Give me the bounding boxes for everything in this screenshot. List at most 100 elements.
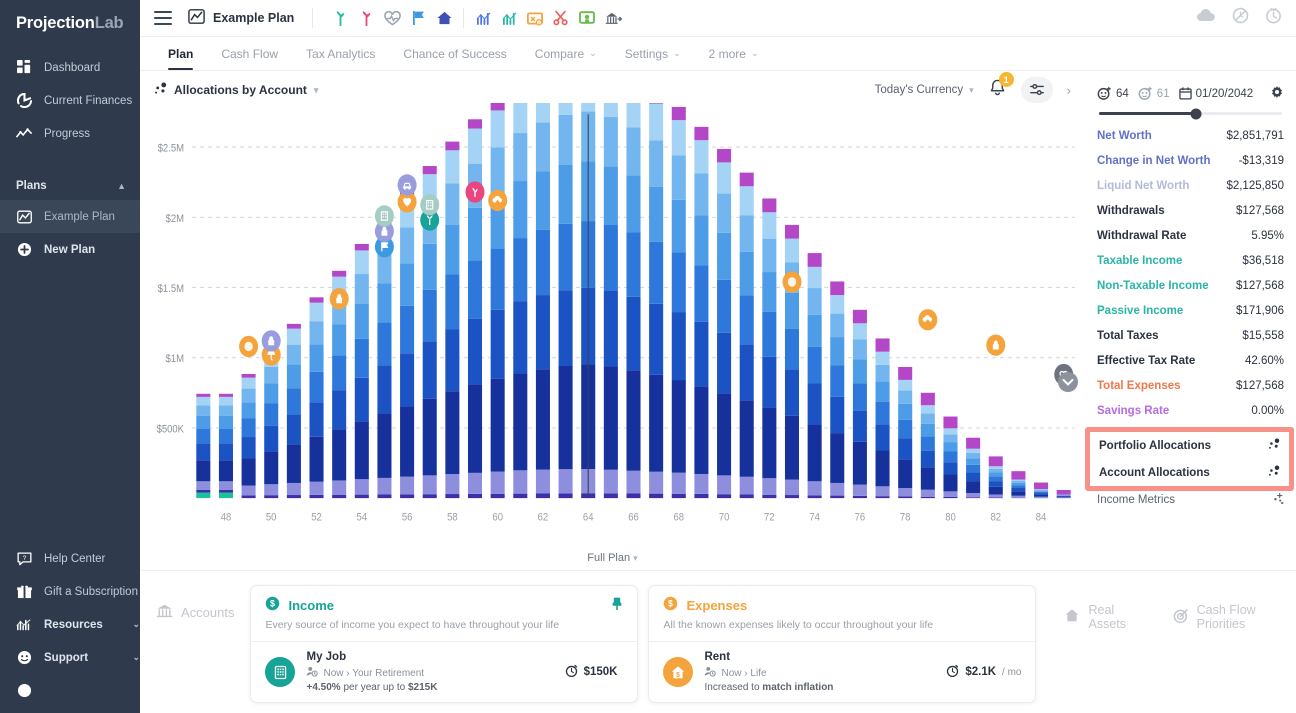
- real-assets-link[interactable]: Real Assets: [1064, 603, 1146, 631]
- help-icon: ?: [16, 551, 32, 567]
- age-primary-value: 64: [1116, 88, 1129, 100]
- income-card[interactable]: $ Income Every source of income you expe…: [250, 585, 638, 703]
- no-sync-icon[interactable]: [1232, 7, 1249, 29]
- target-icon: [1173, 608, 1189, 627]
- timeline-slider[interactable]: [1099, 112, 1282, 115]
- flag-icon[interactable]: [407, 7, 429, 29]
- income-item-period: Now › Your Retirement: [306, 666, 553, 680]
- sidebar-item-label: Support: [44, 652, 88, 664]
- metric-row[interactable]: Withdrawal Rate5.95%: [1097, 223, 1284, 248]
- bar-trend-teal-icon[interactable]: [498, 7, 520, 29]
- person-growth-icon[interactable]: [329, 7, 351, 29]
- additional-metrics: Income Metrics: [1097, 486, 1284, 513]
- timer-icon: [946, 664, 959, 680]
- tab-cash-flow[interactable]: Cash Flow: [207, 37, 292, 70]
- tab-compare[interactable]: Compare⌄: [521, 37, 611, 70]
- sidebar-item-resources[interactable]: Resources ⌄: [0, 608, 140, 641]
- income-metrics-row[interactable]: Income Metrics: [1097, 486, 1284, 513]
- bar-trend-blue-icon[interactable]: [472, 7, 494, 29]
- sidebar-item-gift-subscription[interactable]: Gift a Subscription: [0, 575, 140, 608]
- metric-row[interactable]: Taxable Income$36,518: [1097, 248, 1284, 273]
- sidebar-item-example-plan[interactable]: Example Plan: [0, 200, 140, 233]
- tab-bar: Plan Cash Flow Tax Analytics Chance of S…: [140, 37, 1296, 71]
- tab-chance-of-success[interactable]: Chance of Success: [389, 37, 520, 70]
- sidebar-item-current-finances[interactable]: Current Finances: [0, 84, 140, 117]
- accounts-link[interactable]: Accounts: [140, 585, 250, 622]
- metric-label: Withdrawal Rate: [1097, 230, 1186, 242]
- allocation-label: Account Allocations: [1099, 467, 1210, 479]
- metric-row[interactable]: Non-Taxable Income$127,568: [1097, 273, 1284, 298]
- metric-row[interactable]: Effective Tax Rate42.60%: [1097, 348, 1284, 373]
- cloud-icon[interactable]: [1196, 8, 1216, 28]
- date-display[interactable]: 01/20/2042: [1179, 87, 1254, 100]
- income-item-detail-cap: $215K: [408, 682, 437, 693]
- current-plan-chip[interactable]: Example Plan: [188, 9, 308, 27]
- certificate-icon[interactable]: [576, 7, 598, 29]
- expense-item[interactable]: $ Rent Now › Life Increased to match inf…: [649, 642, 1035, 702]
- metric-row[interactable]: Net Worth$2,851,791: [1097, 123, 1284, 148]
- menu-toggle-icon[interactable]: [154, 11, 172, 25]
- sidebar-item-new-plan[interactable]: New Plan: [0, 233, 140, 266]
- metric-label: Non-Taxable Income: [1097, 280, 1209, 292]
- income-item[interactable]: My Job Now › Your Retirement +4.50% per …: [251, 642, 637, 702]
- age-primary[interactable]: 64: [1097, 86, 1129, 101]
- age-secondary[interactable]: 61: [1138, 86, 1170, 101]
- bank-transfer-icon[interactable]: [602, 7, 624, 29]
- tab-tax-analytics[interactable]: Tax Analytics: [292, 37, 389, 70]
- expense-item-period: Now › Life: [704, 666, 935, 680]
- slider-handle[interactable]: [1190, 108, 1201, 119]
- expenses-card[interactable]: $ Expenses All the known expenses likely…: [648, 585, 1036, 703]
- notifications-button[interactable]: 1: [988, 78, 1007, 102]
- chart-collapse-button[interactable]: [1057, 371, 1079, 398]
- sidebar-item-label: Example Plan: [44, 211, 115, 223]
- person-pink-icon[interactable]: [355, 7, 377, 29]
- home-gray-icon: [1064, 608, 1080, 626]
- sidebar-item-account[interactable]: [0, 674, 140, 707]
- expense-item-body: Rent Now › Life Increased to match infla…: [704, 651, 935, 693]
- allocation-row[interactable]: Account Allocations: [1099, 459, 1280, 486]
- metric-row[interactable]: Withdrawals$127,568: [1097, 198, 1284, 223]
- range-selector[interactable]: Full Plan ▾: [140, 552, 1085, 570]
- svg-text:$: $: [677, 672, 681, 679]
- metric-row[interactable]: Total Expenses$127,568: [1097, 373, 1284, 398]
- heartbeat-icon[interactable]: [381, 7, 403, 29]
- allocations-chart[interactable]: $500K$1M$1.5M$2M$2.5M4850525456586062646…: [140, 103, 1085, 552]
- metric-label: Net Worth: [1097, 130, 1152, 142]
- history-icon[interactable]: [1265, 7, 1282, 29]
- sidebar-section-plans[interactable]: Plans ▲: [0, 172, 140, 200]
- slider-fill: [1099, 112, 1196, 115]
- scissors-icon[interactable]: [550, 7, 572, 29]
- top-bar: Example Plan x: [140, 0, 1296, 37]
- pin-icon[interactable]: [611, 597, 623, 614]
- allocation-row[interactable]: Portfolio Allocations: [1099, 432, 1280, 459]
- account-circle-icon: [16, 683, 32, 699]
- tax-card-icon[interactable]: x: [524, 7, 546, 29]
- cash-flow-priorities-link[interactable]: Cash Flow Priorities: [1173, 603, 1296, 631]
- chart-settings-button[interactable]: [1021, 77, 1053, 103]
- tab-settings[interactable]: Settings⌄: [611, 37, 695, 70]
- metric-row[interactable]: Savings Rate0.00%: [1097, 398, 1284, 423]
- chart-mode-selector[interactable]: Allocations by Account ▾: [154, 82, 318, 98]
- tab-more[interactable]: 2 more⌄: [695, 37, 773, 70]
- app-logo[interactable]: ProjectionLab: [0, 0, 140, 33]
- expand-panel-button[interactable]: ›: [1067, 83, 1071, 98]
- gear-icon[interactable]: [1270, 85, 1284, 102]
- sidebar-item-progress[interactable]: Progress: [0, 117, 140, 150]
- sidebar-item-dashboard[interactable]: Dashboard: [0, 51, 140, 84]
- divider: [463, 8, 464, 28]
- sidebar-item-support[interactable]: Support ⌄: [0, 641, 140, 674]
- home-icon[interactable]: [433, 7, 455, 29]
- timeline-row: 64 61 01/20/2042: [1097, 85, 1284, 102]
- chevron-up-icon: ▲: [117, 181, 126, 191]
- tab-label: Plan: [168, 47, 193, 61]
- metric-row[interactable]: Total Taxes$15,558: [1097, 323, 1284, 348]
- currency-selector[interactable]: Today's Currency ▾: [875, 84, 974, 96]
- tab-plan[interactable]: Plan: [154, 37, 207, 70]
- metric-row[interactable]: Passive Income$171,906: [1097, 298, 1284, 323]
- sidebar-item-help-center[interactable]: ? Help Center: [0, 542, 140, 575]
- metric-row[interactable]: Change in Net Worth-$13,319: [1097, 148, 1284, 173]
- metrics-panel: 64 61 01/20/2042: [1085, 71, 1296, 570]
- metric-row[interactable]: Liquid Net Worth$2,125,850: [1097, 173, 1284, 198]
- metric-label: Change in Net Worth: [1097, 155, 1211, 167]
- dollar-circle-icon: $: [265, 596, 280, 614]
